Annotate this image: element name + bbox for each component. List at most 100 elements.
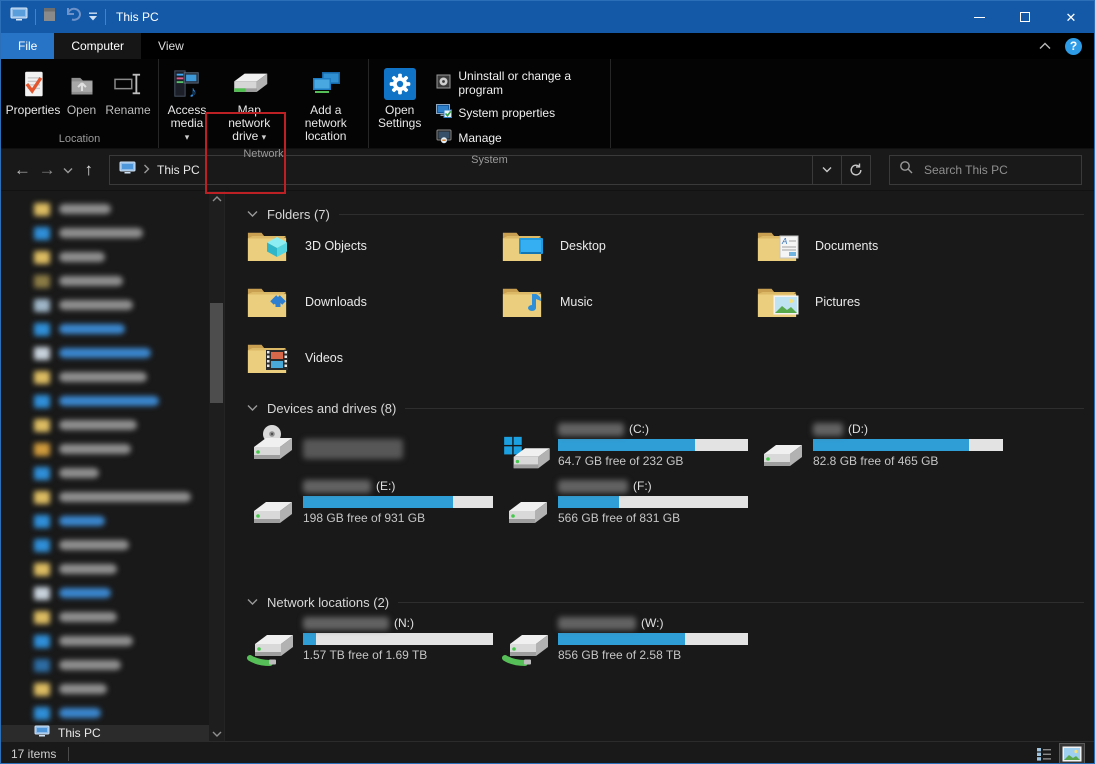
- sidebar-item-redacted[interactable]: [1, 365, 209, 389]
- tab-computer[interactable]: Computer: [54, 33, 141, 59]
- drive-tile-f[interactable]: (F:)566 GB free of 831 GB: [502, 476, 757, 533]
- drive-tile-d[interactable]: (D:)82.8 GB free of 465 GB: [757, 419, 1012, 476]
- access-media-button[interactable]: ♪ Access media ▾: [163, 63, 211, 147]
- search-input[interactable]: [922, 162, 1072, 178]
- up-button[interactable]: ↑: [79, 160, 99, 180]
- section-collapse-icon[interactable]: [247, 593, 258, 611]
- sidebar-item-redacted[interactable]: [1, 317, 209, 341]
- close-button[interactable]: ✕: [1048, 1, 1094, 33]
- section-divider: [405, 408, 1084, 409]
- folder-tile-music[interactable]: Music: [502, 281, 757, 337]
- sidebar-item-redacted[interactable]: [1, 197, 209, 221]
- properties-icon: [19, 66, 47, 102]
- add-network-location-button[interactable]: Add a network location: [288, 63, 365, 146]
- free-space-text: 64.7 GB free of 232 GB: [558, 454, 748, 468]
- redacted-label: [59, 420, 137, 430]
- minimize-button[interactable]: [956, 1, 1002, 33]
- sidebar-item-redacted[interactable]: [1, 245, 209, 269]
- open-settings-button[interactable]: Open Settings: [373, 63, 426, 133]
- folder-tile-pictures[interactable]: Pictures: [757, 281, 1012, 337]
- folder-icon-download: [247, 285, 287, 319]
- sidebar-item-redacted[interactable]: [1, 605, 209, 629]
- sidebar-item-redacted[interactable]: [1, 581, 209, 605]
- drive-letter: (E:): [376, 479, 395, 493]
- scrollbar-thumb[interactable]: [210, 303, 223, 403]
- sidebar-scrollbar[interactable]: [209, 191, 224, 741]
- open-button[interactable]: Open: [61, 63, 102, 120]
- details-view-button[interactable]: [1032, 744, 1056, 764]
- sidebar-item-redacted[interactable]: [1, 341, 209, 365]
- breadcrumb-root[interactable]: This PC: [157, 163, 200, 177]
- folder-tile-downloads[interactable]: Downloads: [247, 281, 502, 337]
- map-network-drive-button[interactable]: Map network drive ▾: [211, 63, 288, 147]
- sidebar-item-redacted[interactable]: [1, 653, 209, 677]
- folder-icon: [34, 611, 50, 624]
- sidebar-item-redacted[interactable]: [1, 509, 209, 533]
- sidebar-item-redacted[interactable]: [1, 413, 209, 437]
- ribbon: Properties Open Rename Location: [1, 59, 1094, 149]
- folder-tile-desktop[interactable]: Desktop: [502, 225, 757, 281]
- dropdown-caret-icon: ▾: [262, 132, 267, 142]
- drive-tile-w[interactable]: (W:)856 GB free of 2.58 TB: [502, 613, 757, 670]
- folder-tile-documents[interactable]: ADocuments: [757, 225, 1012, 281]
- drive-tile-c[interactable]: (C:)64.7 GB free of 232 GB: [502, 419, 757, 476]
- section-collapse-icon[interactable]: [247, 399, 258, 417]
- drive-icon: [502, 476, 550, 533]
- sidebar-item-redacted[interactable]: [1, 437, 209, 461]
- folder-icon: [34, 227, 50, 240]
- sidebar-item-redacted[interactable]: [1, 701, 209, 725]
- sidebar-item-redacted[interactable]: [1, 677, 209, 701]
- back-button[interactable]: ←: [13, 161, 32, 178]
- customize-quick-access-icon[interactable]: [88, 8, 98, 26]
- minimize-ribbon-icon[interactable]: [1039, 39, 1051, 53]
- cd-drive-tile[interactable]: [247, 419, 502, 476]
- manage-button[interactable]: Manage: [432, 127, 600, 148]
- folder-icon-desktop: [502, 229, 542, 263]
- address-dropdown-button[interactable]: [812, 156, 841, 184]
- sidebar-item-redacted[interactable]: [1, 221, 209, 245]
- navigation-pane: This PC: [1, 191, 209, 741]
- sidebar-item-redacted[interactable]: [1, 269, 209, 293]
- folder-icon: [34, 539, 50, 552]
- refresh-button[interactable]: [841, 156, 870, 184]
- drive-tile-e[interactable]: (E:)198 GB free of 931 GB: [247, 476, 502, 533]
- sidebar-item-this-pc[interactable]: This PC: [1, 725, 209, 741]
- tab-view[interactable]: View: [141, 33, 201, 59]
- group-label-system: System: [369, 153, 610, 169]
- help-button[interactable]: ?: [1065, 38, 1082, 55]
- forward-button[interactable]: →: [38, 161, 57, 178]
- scroll-down-icon[interactable]: [209, 726, 224, 741]
- sidebar-item-redacted[interactable]: [1, 533, 209, 557]
- uninstall-program-button[interactable]: Uninstall or change a program: [432, 68, 600, 98]
- undo-icon[interactable]: [63, 7, 81, 27]
- add-network-location-label: Add a network location: [293, 104, 360, 143]
- sidebar-item-redacted[interactable]: [1, 461, 209, 485]
- properties-quick-icon[interactable]: [43, 7, 56, 27]
- sidebar-item-redacted[interactable]: [1, 485, 209, 509]
- drive-tile-n[interactable]: (N:)1.57 TB free of 1.69 TB: [247, 613, 502, 670]
- capacity-bar: [303, 633, 493, 645]
- maximize-button[interactable]: [1002, 1, 1048, 33]
- system-properties-button[interactable]: System properties: [432, 102, 600, 123]
- tab-file[interactable]: File: [1, 33, 54, 59]
- sidebar-item-redacted[interactable]: [1, 389, 209, 413]
- folder-tile-3d-objects[interactable]: 3D Objects: [247, 225, 502, 281]
- search-box[interactable]: [889, 155, 1082, 185]
- rename-button[interactable]: Rename: [102, 63, 154, 120]
- recent-locations-icon[interactable]: [63, 161, 73, 179]
- manage-icon: [436, 128, 452, 147]
- scroll-up-icon[interactable]: [209, 191, 224, 206]
- section-collapse-icon[interactable]: [247, 205, 258, 223]
- folder-tile-videos[interactable]: Videos: [247, 337, 502, 393]
- properties-button[interactable]: Properties: [5, 63, 61, 120]
- sidebar-item-redacted[interactable]: [1, 629, 209, 653]
- network-drive-icon: [502, 613, 550, 670]
- folder-icon: [34, 275, 50, 288]
- maximize-icon: [1020, 12, 1030, 22]
- free-space-text: 1.57 TB free of 1.69 TB: [303, 648, 493, 662]
- thumbnail-view-button[interactable]: [1060, 744, 1084, 764]
- free-space-text: 82.8 GB free of 465 GB: [813, 454, 1003, 468]
- sidebar-item-redacted[interactable]: [1, 293, 209, 317]
- sidebar-item-redacted[interactable]: [1, 557, 209, 581]
- redacted-label: [59, 492, 191, 502]
